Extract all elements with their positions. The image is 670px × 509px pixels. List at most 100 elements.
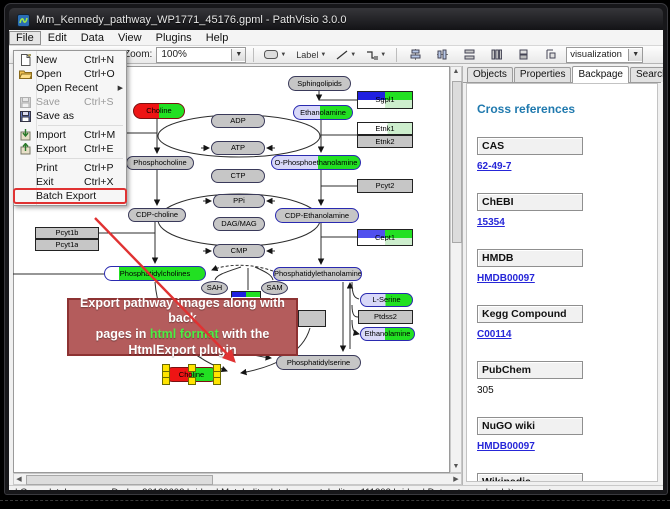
align-center-icon [410, 49, 421, 60]
file-menu-item-save-as[interactable]: Save as [14, 109, 126, 123]
toolbar-separator [253, 48, 254, 62]
menu-help[interactable]: Help [199, 31, 236, 45]
stack-button[interactable] [512, 46, 535, 63]
menu-edit[interactable]: Edit [41, 31, 74, 45]
distribute-vertical-button[interactable] [458, 46, 481, 63]
title-bar[interactable]: Mm_Kennedy_pathway_WP1771_45176.gpml - P… [9, 8, 663, 32]
layout-button[interactable] [539, 46, 562, 63]
file-menu-item-open-recent[interactable]: Open Recent▶ [14, 81, 126, 95]
pathway-node-cdp-ethanolamine[interactable]: CDP-Ethanolamine [275, 208, 359, 223]
node-label: Sphingolipids [297, 80, 342, 88]
pathway-node-choline[interactable]: Choline [133, 103, 185, 119]
pathway-node-sphingolipids[interactable]: Sphingolipids [288, 76, 351, 91]
pathway-node-sah[interactable]: SAH [201, 281, 228, 295]
chevron-down-icon[interactable]: ▼ [628, 49, 642, 61]
selection-handle[interactable] [188, 364, 196, 372]
xref-link[interactable]: HMDB00097 [477, 273, 535, 284]
file-menu-item-export[interactable]: ExportCtrl+E [14, 142, 126, 156]
scroll-right-icon[interactable]: ▶ [451, 475, 461, 485]
pathway-node-o-phosphoethanolamine[interactable]: O-Phosphoethanolamine [271, 155, 361, 170]
xref-link[interactable]: C00114 [477, 329, 511, 340]
xref-link[interactable]: 15354 [477, 217, 505, 228]
zoom-combobox[interactable]: 100% ▼ [156, 47, 246, 63]
selection-handle[interactable] [213, 377, 221, 385]
tab-backpage[interactable]: Backpage [572, 66, 628, 83]
menu-item-label: Open Recent [36, 82, 98, 94]
pathway-node-cept1[interactable]: Cept1 [357, 229, 413, 246]
label-tool-text: Label [296, 50, 318, 60]
distribute-horizontal-button[interactable] [485, 46, 508, 63]
pathway-node-cmp[interactable]: CMP [213, 244, 265, 258]
chevron-down-icon[interactable]: ▼ [231, 49, 245, 61]
menu-data[interactable]: Data [74, 31, 111, 45]
menu-file[interactable]: File [9, 31, 41, 45]
selection-handle[interactable] [188, 377, 196, 385]
pathway-node-phosphatidylserine[interactable]: Phosphatidylserine [276, 355, 361, 370]
pathway-node[interactable] [298, 310, 326, 327]
tab-search[interactable]: Search [630, 67, 663, 82]
xref-section-pubchem: PubChem305 [477, 361, 647, 396]
tab-objects[interactable]: Objects [467, 67, 513, 82]
file-menu-item-open[interactable]: OpenCtrl+O [14, 67, 126, 81]
node-label: CDP-choline [136, 211, 178, 219]
pathway-node-ethanolamine[interactable]: Ethanolamine [293, 105, 353, 120]
canvas-vertical-scrollbar[interactable]: ▲ ▼ [450, 66, 462, 473]
node-label: Cept1 [358, 234, 412, 242]
vertical-scroll-thumb[interactable] [452, 81, 462, 243]
scroll-left-icon[interactable]: ◀ [14, 475, 24, 485]
menu-item-label: Save as [36, 110, 84, 122]
file-menu-item-import[interactable]: ImportCtrl+M [14, 128, 126, 142]
node-label: Phosphatidylserine [287, 359, 350, 367]
pathway-node-pcyt1b[interactable]: Pcyt1b [35, 227, 99, 239]
pathway-node-etnk1[interactable]: Etnk1 [357, 122, 413, 135]
pathway-node-atp[interactable]: ATP [211, 141, 265, 155]
pathway-node-phosphatidylethanolamine[interactable]: Phosphatidylethanolamine [273, 267, 362, 281]
backpage-panel[interactable]: Cross references CAS62-49-7ChEBI15354HMD… [466, 83, 658, 482]
pathway-node-ptdss2[interactable]: Ptdss2 [358, 310, 413, 324]
canvas-horizontal-scrollbar[interactable]: ◀ ▶ [13, 473, 462, 485]
label-template-button[interactable]: Label ▼ [293, 46, 329, 63]
import-icon [14, 129, 36, 141]
pathway-node-ctp[interactable]: CTP [211, 169, 265, 183]
line-tool-icon [336, 50, 348, 60]
file-menu-popup: NewCtrl+NOpenCtrl+OOpen Recent▶SaveCtrl+… [13, 50, 127, 206]
export-icon [14, 143, 36, 155]
pathway-node-choline[interactable]: Choline [165, 367, 218, 382]
align-center-button[interactable] [404, 46, 427, 63]
pathway-node-etnk2[interactable]: Etnk2 [357, 135, 413, 148]
connector-tool-button[interactable]: ▼ [363, 46, 389, 63]
menu-plugins[interactable]: Plugins [149, 31, 199, 45]
tab-properties[interactable]: Properties [514, 67, 572, 82]
pathway-node-l-serine[interactable]: L-Serine [360, 293, 413, 307]
pathway-node-pcyt2[interactable]: Pcyt2 [357, 179, 413, 193]
scroll-up-icon[interactable]: ▲ [451, 67, 461, 77]
align-middle-button[interactable] [431, 46, 454, 63]
xref-link[interactable]: HMDB00097 [477, 441, 535, 452]
xref-link[interactable]: 62-49-7 [477, 161, 511, 172]
file-menu-item-print[interactable]: PrintCtrl+P [14, 161, 126, 175]
file-menu-item-batch-export[interactable]: Batch Export [14, 189, 126, 203]
datanode-template-button[interactable]: ▼ [261, 46, 289, 63]
pathway-node-phosphocholine[interactable]: Phosphocholine [126, 156, 194, 170]
file-menu-item-new[interactable]: NewCtrl+N [14, 53, 126, 67]
pathway-node-phosphatidylcholines[interactable]: Phosphatidylcholines [104, 266, 206, 281]
xref-source-header: NuGO wiki [477, 417, 583, 435]
menu-bar: FileEditDataViewPluginsHelp [9, 30, 663, 46]
pathway-node-adp[interactable]: ADP [211, 114, 265, 128]
scroll-down-icon[interactable]: ▼ [451, 462, 461, 472]
pathway-node-ethanolamine[interactable]: Ethanolamine [360, 327, 415, 341]
node-label: Pcyt1a [56, 241, 79, 249]
visualization-combobox[interactable]: visualization ▼ [566, 47, 643, 63]
pathway-node-sgpl1[interactable]: Sgpl1 [357, 91, 413, 109]
pathway-node-sam[interactable]: SAM [261, 281, 288, 295]
pathway-node-ppi[interactable]: PPi [213, 194, 265, 208]
pathway-node-cdp-choline[interactable]: CDP-choline [128, 208, 186, 222]
horizontal-scroll-thumb[interactable] [26, 475, 213, 485]
pathway-node-dag-mag[interactable]: DAG/MAG [213, 217, 265, 231]
file-menu-item-exit[interactable]: ExitCtrl+X [14, 175, 126, 189]
pathway-node-pcyt1a[interactable]: Pcyt1a [35, 239, 99, 251]
selection-handle[interactable] [162, 377, 170, 385]
toolbar-separator [396, 48, 397, 62]
line-tool-button[interactable]: ▼ [333, 46, 359, 63]
menu-view[interactable]: View [111, 31, 149, 45]
